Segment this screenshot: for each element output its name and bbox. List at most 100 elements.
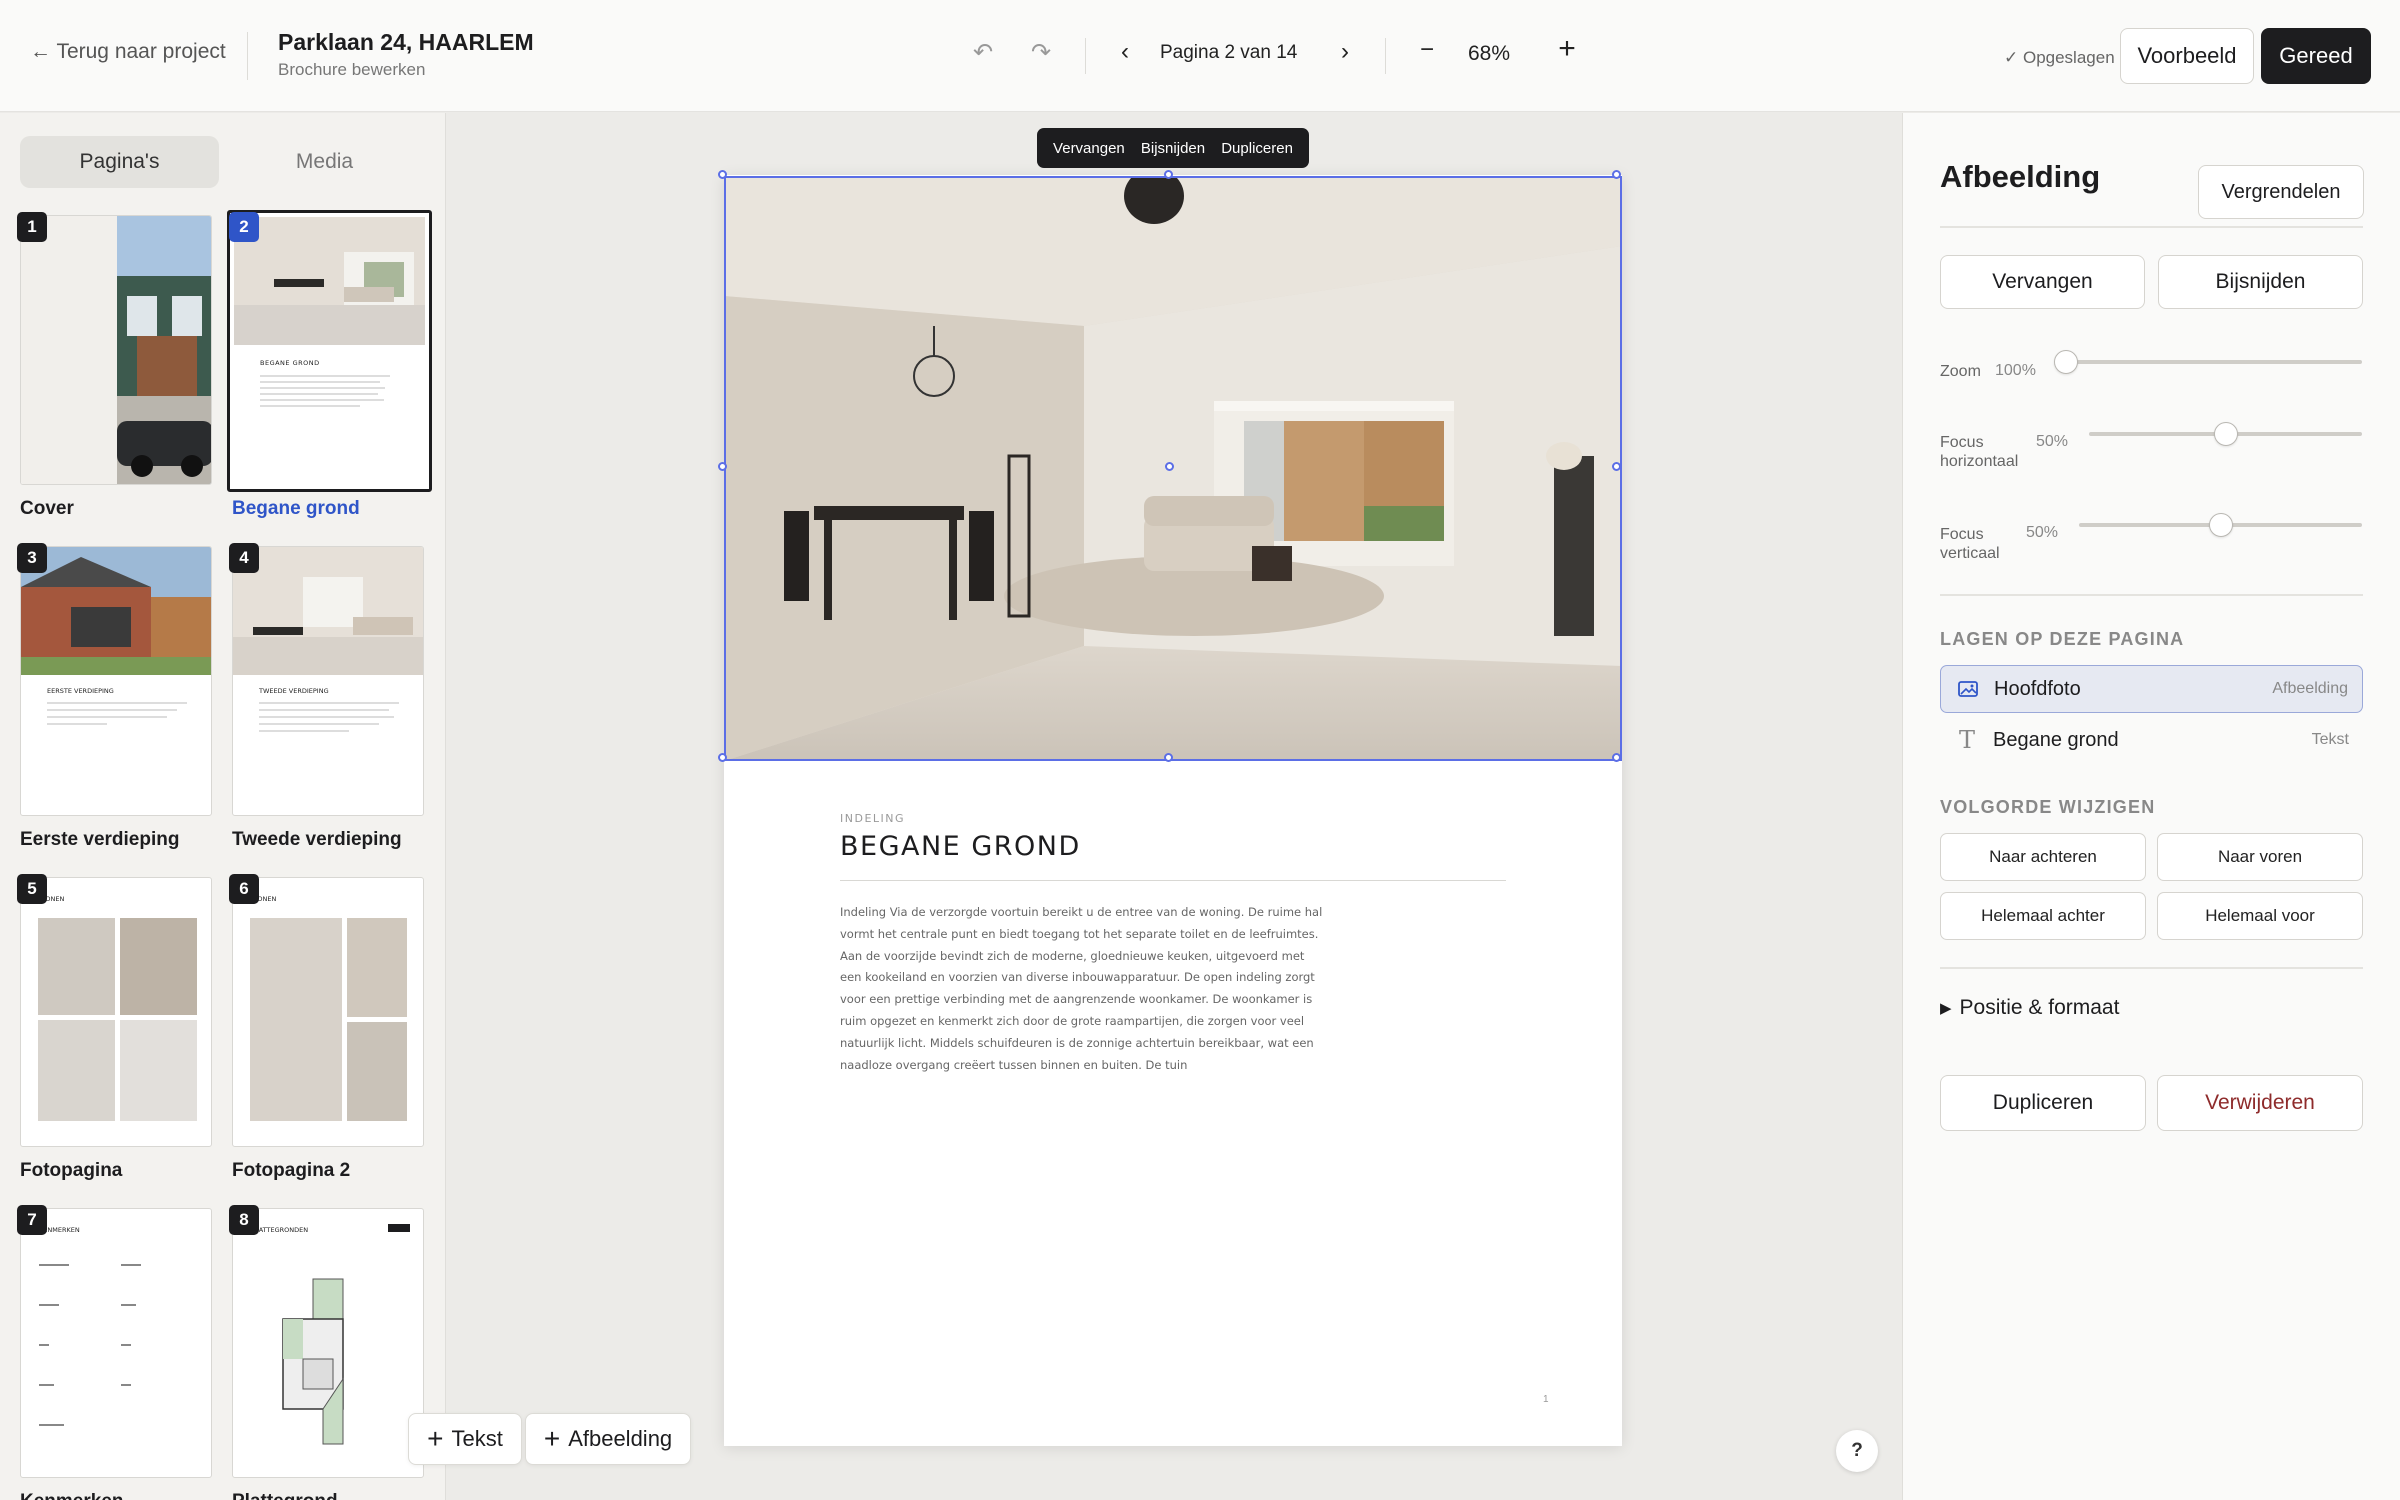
page-number-badge: 5 bbox=[17, 874, 47, 904]
redo-icon[interactable]: ↷ bbox=[1026, 38, 1056, 67]
pages-sidebar: Pagina's Media 1 Cover BEGANE GROND 2 Be… bbox=[0, 113, 446, 1500]
divider bbox=[1940, 226, 2363, 228]
divider bbox=[1085, 38, 1086, 74]
undo-icon[interactable]: ↶ bbox=[968, 38, 998, 67]
layer-type: Tekst bbox=[2311, 731, 2349, 748]
focus-point-handle[interactable] bbox=[1165, 462, 1174, 471]
house-photo-thumb bbox=[117, 216, 211, 484]
replace-button[interactable]: Vervangen bbox=[1940, 255, 2145, 309]
page-number-badge: 4 bbox=[229, 543, 259, 573]
position-size-toggle[interactable]: ▶ Positie & formaat bbox=[1940, 996, 2119, 1020]
bring-forward-button[interactable]: Naar voren bbox=[2157, 833, 2363, 881]
page-label: Eerste verdieping bbox=[20, 829, 180, 850]
page-thumbnail-7[interactable]: KENMERKEN bbox=[20, 1208, 212, 1478]
thumb-heading: TWEEDE VERDIEPING bbox=[259, 687, 329, 695]
focus-horizontal-knob[interactable] bbox=[2213, 422, 2238, 446]
float-replace-button[interactable]: Vervangen bbox=[1053, 140, 1125, 157]
doc-kicker[interactable]: INDELING bbox=[840, 812, 905, 825]
delete-button[interactable]: Verwijderen bbox=[2157, 1075, 2363, 1131]
tab-media[interactable]: Media bbox=[232, 136, 417, 188]
lock-button[interactable]: Vergrendelen bbox=[2198, 165, 2364, 219]
focus-horizontal-label: Focus horizontaal bbox=[1940, 434, 2019, 470]
page-thumbnail-3[interactable]: EERSTE VERDIEPING bbox=[20, 546, 212, 816]
add-text-label: Tekst bbox=[451, 1426, 503, 1451]
zoom-slider-track[interactable] bbox=[2066, 360, 2362, 364]
resize-handle[interactable] bbox=[718, 753, 727, 762]
page-thumbnail-2[interactable]: BEGANE GROND bbox=[227, 210, 432, 492]
add-text-button[interactable]: + Tekst bbox=[408, 1413, 522, 1465]
zoom-out-icon[interactable]: − bbox=[1414, 36, 1440, 64]
position-size-label: Positie & formaat bbox=[1959, 996, 2120, 1019]
resize-handle[interactable] bbox=[1612, 462, 1621, 471]
layer-item-text[interactable]: T Begane grond Tekst bbox=[1940, 716, 2363, 764]
exterior-photo-thumb bbox=[21, 547, 211, 675]
add-image-label: Afbeelding bbox=[568, 1426, 673, 1451]
project-subtitle: Brochure bewerken bbox=[278, 60, 426, 79]
project-title: Parklaan 24, HAARLEM bbox=[278, 29, 534, 55]
doc-body-text[interactable]: Indeling Via de verzorgde voortuin berei… bbox=[840, 902, 1324, 1076]
inspector-panel: Afbeelding Vergrendelen Vervangen Bijsni… bbox=[1902, 113, 2400, 1500]
doc-divider bbox=[840, 880, 1506, 881]
plus-icon: + bbox=[427, 1423, 444, 1454]
page-label: Tweede verdieping bbox=[232, 829, 402, 850]
page-thumbnail-8[interactable]: PLATTEGRONDEN bbox=[232, 1208, 424, 1478]
send-backward-button[interactable]: Naar achteren bbox=[1940, 833, 2146, 881]
float-duplicate-button[interactable]: Dupliceren bbox=[1221, 140, 1293, 157]
resize-handle[interactable] bbox=[1164, 753, 1173, 762]
layer-item-main-photo[interactable]: Hoofdfoto Afbeelding bbox=[1940, 665, 2363, 713]
page-indicator: Pagina 2 van 14 bbox=[1160, 42, 1298, 63]
page-number-badge: 1 bbox=[17, 212, 47, 242]
divider bbox=[1940, 594, 2363, 596]
resize-handle[interactable] bbox=[1612, 170, 1621, 179]
doc-heading[interactable]: BEGANE GROND bbox=[840, 831, 1081, 862]
image-icon bbox=[1958, 681, 1978, 697]
plus-icon: + bbox=[543, 1423, 561, 1454]
interior-photo-thumb bbox=[233, 547, 423, 675]
page-thumbnail-4[interactable]: TWEEDE VERDIEPING bbox=[232, 546, 424, 816]
resize-handle[interactable] bbox=[1612, 753, 1621, 762]
page-label: Cover bbox=[20, 498, 74, 519]
focus-vertical-knob[interactable] bbox=[2208, 513, 2233, 537]
page-number-badge: 7 bbox=[17, 1205, 47, 1235]
layer-name: Hoofdfoto bbox=[1994, 677, 2081, 700]
done-button[interactable]: Gereed bbox=[2261, 28, 2371, 84]
back-to-project-link[interactable]: ← Terug naar project bbox=[30, 40, 226, 64]
resize-handle[interactable] bbox=[1164, 170, 1173, 179]
page-label: Kenmerken bbox=[20, 1491, 124, 1500]
caret-right-icon: ▶ bbox=[1940, 1000, 1952, 1017]
page-label: Fotopagina 2 bbox=[232, 1160, 351, 1181]
page-number-badge: 8 bbox=[229, 1205, 259, 1235]
page-thumbnail-6[interactable]: WONEN bbox=[232, 877, 424, 1147]
float-crop-button[interactable]: Bijsnijden bbox=[1141, 140, 1205, 157]
doc-page-number: 1 bbox=[1543, 1394, 1549, 1405]
text-icon: T bbox=[1958, 726, 1975, 754]
thumb-heading: PLATTEGRONDEN bbox=[251, 1226, 309, 1234]
send-to-back-button[interactable]: Helemaal achter bbox=[1940, 892, 2146, 940]
zoom-slider-knob[interactable] bbox=[2054, 350, 2078, 374]
floorplan-thumb bbox=[282, 1278, 344, 1445]
thumb-heading: EERSTE VERDIEPING bbox=[47, 687, 114, 695]
resize-handle[interactable] bbox=[718, 170, 727, 179]
page-thumbnail-1[interactable] bbox=[20, 215, 212, 485]
help-button[interactable]: ? bbox=[1836, 1430, 1878, 1472]
zoom-in-icon[interactable]: + bbox=[1552, 32, 1582, 66]
preview-button[interactable]: Voorbeeld bbox=[2120, 28, 2254, 84]
divider bbox=[1385, 38, 1386, 74]
divider bbox=[247, 32, 248, 80]
duplicate-button[interactable]: Dupliceren bbox=[1940, 1075, 2146, 1131]
page-label: Begane grond bbox=[232, 498, 360, 519]
zoom-slider-label: Zoom bbox=[1940, 363, 1981, 380]
page-label: Fotopagina bbox=[20, 1160, 123, 1181]
bring-to-front-button[interactable]: Helemaal voor bbox=[2157, 892, 2363, 940]
top-bar: ← Terug naar project Parklaan 24, HAARLE… bbox=[0, 0, 2400, 112]
zoom-slider-value: 100% bbox=[1995, 362, 2036, 379]
zoom-level: 68% bbox=[1468, 42, 1511, 65]
tab-pages[interactable]: Pagina's bbox=[20, 136, 219, 188]
resize-handle[interactable] bbox=[718, 462, 727, 471]
previous-page-icon[interactable]: ‹ bbox=[1112, 38, 1138, 66]
add-image-button[interactable]: + Afbeelding bbox=[525, 1413, 691, 1465]
page-thumbnail-5[interactable]: WONEN bbox=[20, 877, 212, 1147]
next-page-icon[interactable]: › bbox=[1332, 38, 1358, 66]
divider bbox=[1940, 967, 2363, 969]
crop-button[interactable]: Bijsnijden bbox=[2158, 255, 2363, 309]
